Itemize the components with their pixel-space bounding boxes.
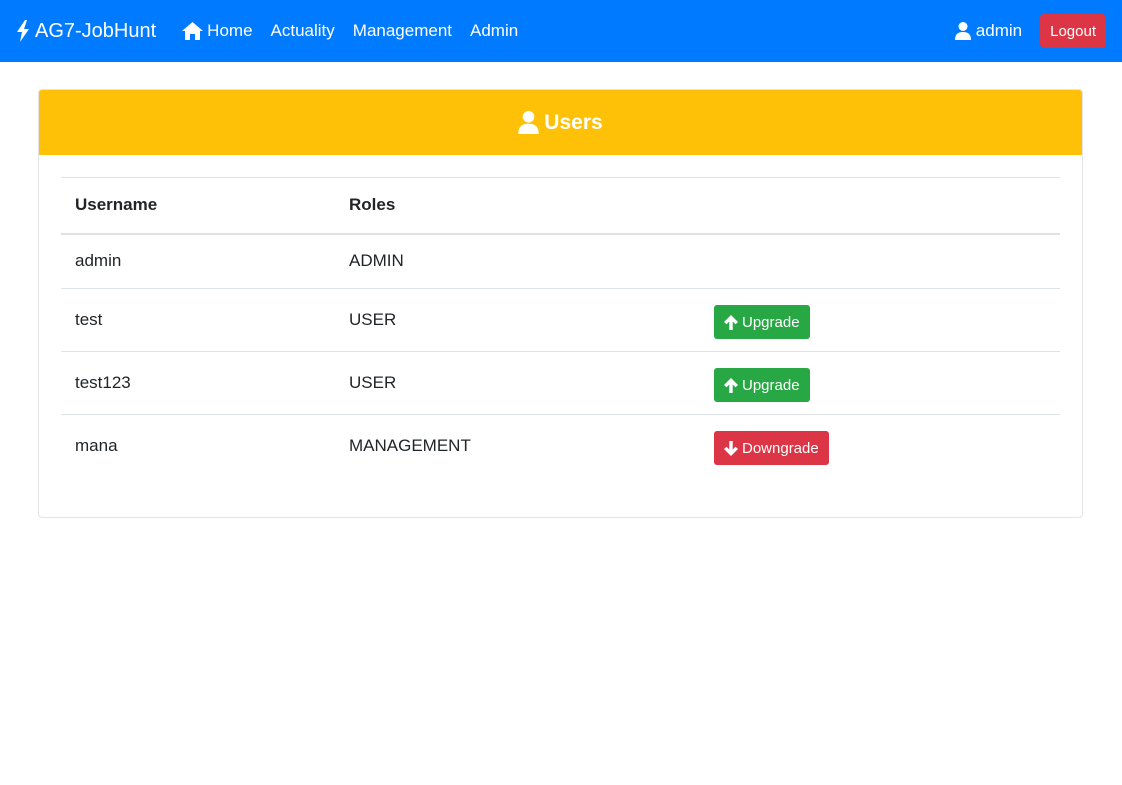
upgrade-label: Upgrade bbox=[742, 376, 800, 394]
cell-role: USER bbox=[349, 373, 397, 392]
cell-action: Upgrade bbox=[700, 352, 1060, 415]
nav-admin[interactable]: Admin bbox=[470, 21, 518, 41]
upgrade-button[interactable]: Upgrade bbox=[714, 305, 810, 339]
cell-role: ADMIN bbox=[349, 251, 404, 271]
table-row: mana MANAGEMENT Downgrade bbox=[61, 415, 1060, 478]
users-table: Username Roles admin ADMIN test USER Upg… bbox=[61, 177, 1060, 478]
brand-link[interactable]: AG7-JobHunt bbox=[16, 20, 156, 43]
upgrade-label: Upgrade bbox=[742, 313, 800, 331]
arrow-up-icon bbox=[724, 377, 738, 393]
nav-actuality[interactable]: Actuality bbox=[271, 21, 335, 41]
arrow-down-icon bbox=[724, 440, 738, 456]
column-header-roles: Roles bbox=[349, 195, 396, 215]
table-row: admin ADMIN bbox=[61, 234, 1060, 289]
home-icon bbox=[182, 22, 204, 40]
cell-action: Upgrade bbox=[700, 289, 1060, 352]
nav-right: admin Logout bbox=[954, 14, 1106, 48]
card-title: Users bbox=[544, 110, 603, 134]
user-menu[interactable]: admin bbox=[954, 21, 1023, 41]
table-row: test USER Upgrade bbox=[61, 289, 1060, 352]
user-icon bbox=[954, 22, 971, 40]
column-header-actions bbox=[700, 178, 1060, 234]
card-header: Users bbox=[39, 90, 1082, 155]
downgrade-label: Downgrade bbox=[742, 439, 819, 457]
logout-button[interactable]: Logout bbox=[1040, 14, 1106, 48]
upgrade-button[interactable]: Upgrade bbox=[714, 368, 810, 402]
bolt-icon bbox=[17, 20, 29, 42]
user-icon bbox=[518, 111, 540, 134]
arrow-up-icon bbox=[724, 314, 738, 330]
table-header-row: Username Roles bbox=[61, 177, 1060, 234]
cell-username: test bbox=[75, 310, 103, 329]
cell-role: MANAGEMENT bbox=[349, 436, 471, 456]
cell-action bbox=[700, 234, 1060, 289]
cell-username: test123 bbox=[75, 373, 131, 392]
card-body: Username Roles admin ADMIN test USER Upg… bbox=[39, 155, 1082, 478]
column-header-username: Username bbox=[75, 195, 158, 215]
nav-home[interactable]: Home bbox=[182, 21, 253, 41]
user-name: admin bbox=[975, 21, 1023, 40]
users-card: Users Username Roles admin ADMIN test US… bbox=[38, 89, 1083, 518]
cell-username: mana bbox=[75, 436, 118, 456]
table-row: test123 USER Upgrade bbox=[61, 352, 1060, 415]
cell-action: Downgrade bbox=[700, 415, 1060, 478]
nav-home-label: Home bbox=[207, 21, 253, 40]
nav-links: Home Actuality Management Admin bbox=[182, 21, 536, 41]
nav-management[interactable]: Management bbox=[353, 21, 452, 41]
cell-username: admin bbox=[75, 251, 122, 271]
downgrade-button[interactable]: Downgrade bbox=[714, 431, 829, 466]
brand-name: AG7-JobHunt bbox=[35, 19, 157, 42]
cell-role: USER bbox=[349, 310, 397, 329]
top-navbar: AG7-JobHunt Home Actuality Management Ad… bbox=[0, 0, 1122, 62]
